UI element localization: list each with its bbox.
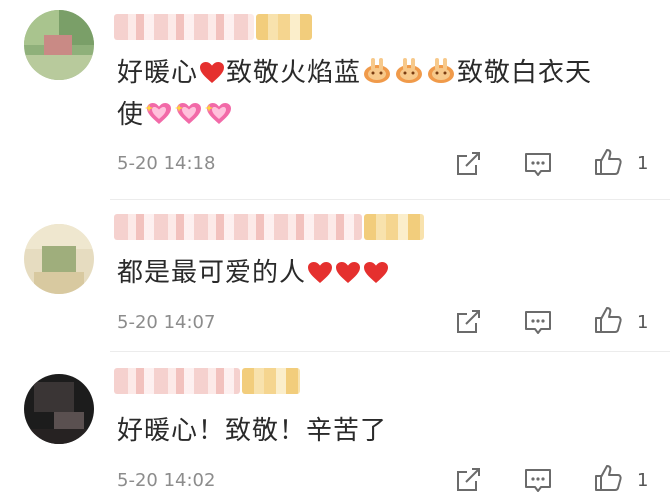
sparkling-heart-emoji <box>175 103 202 124</box>
user-badge <box>364 214 424 240</box>
comment-time: 5-20 14:18 <box>117 153 216 174</box>
thumbs-up-icon[interactable] <box>592 146 624 178</box>
comment-item-3: 好暖心！致敬！辛苦了 5-20 14:02 1 <box>0 352 670 499</box>
comment-text: 都是最可爱的人 <box>117 252 657 294</box>
comment-text: 好暖心 致敬火焰蓝 致敬白衣天 使 <box>117 52 657 136</box>
red-heart-emoji <box>200 62 225 83</box>
sparkling-heart-emoji <box>205 103 232 124</box>
comment-icon[interactable] <box>522 306 554 338</box>
share-edit-icon[interactable] <box>452 306 484 338</box>
user-badge <box>256 14 312 40</box>
comment-time: 5-20 14:07 <box>117 312 216 333</box>
username[interactable] <box>114 214 362 240</box>
avatar[interactable] <box>24 374 94 444</box>
share-edit-icon[interactable] <box>452 148 484 180</box>
salute-emoji <box>364 58 391 83</box>
comment-time: 5-20 14:02 <box>117 470 216 491</box>
like-count: 1 <box>637 312 649 333</box>
red-heart-emoji <box>308 262 333 283</box>
salute-emoji <box>428 58 455 83</box>
username[interactable] <box>114 368 240 394</box>
red-heart-emoji <box>336 262 361 283</box>
comment-item-1: 好暖心 致敬火焰蓝 致敬白衣天 使 5-20 14:18 1 <box>0 0 670 200</box>
like-count: 1 <box>637 153 649 174</box>
like-count: 1 <box>637 470 649 491</box>
avatar[interactable] <box>24 10 94 80</box>
avatar[interactable] <box>24 224 94 294</box>
username[interactable] <box>114 14 254 40</box>
share-edit-icon[interactable] <box>452 464 484 496</box>
comment-text: 好暖心！致敬！辛苦了 <box>117 416 388 446</box>
comment-icon[interactable] <box>522 464 554 496</box>
thumbs-up-icon[interactable] <box>592 304 624 336</box>
comment-icon[interactable] <box>522 148 554 180</box>
red-heart-emoji <box>364 262 389 283</box>
salute-emoji <box>396 58 423 83</box>
thumbs-up-icon[interactable] <box>592 462 624 494</box>
user-badge <box>242 368 300 394</box>
comment-item-2: 都是最可爱的人 5-20 14:07 1 <box>0 200 670 350</box>
sparkling-heart-emoji <box>145 103 172 124</box>
